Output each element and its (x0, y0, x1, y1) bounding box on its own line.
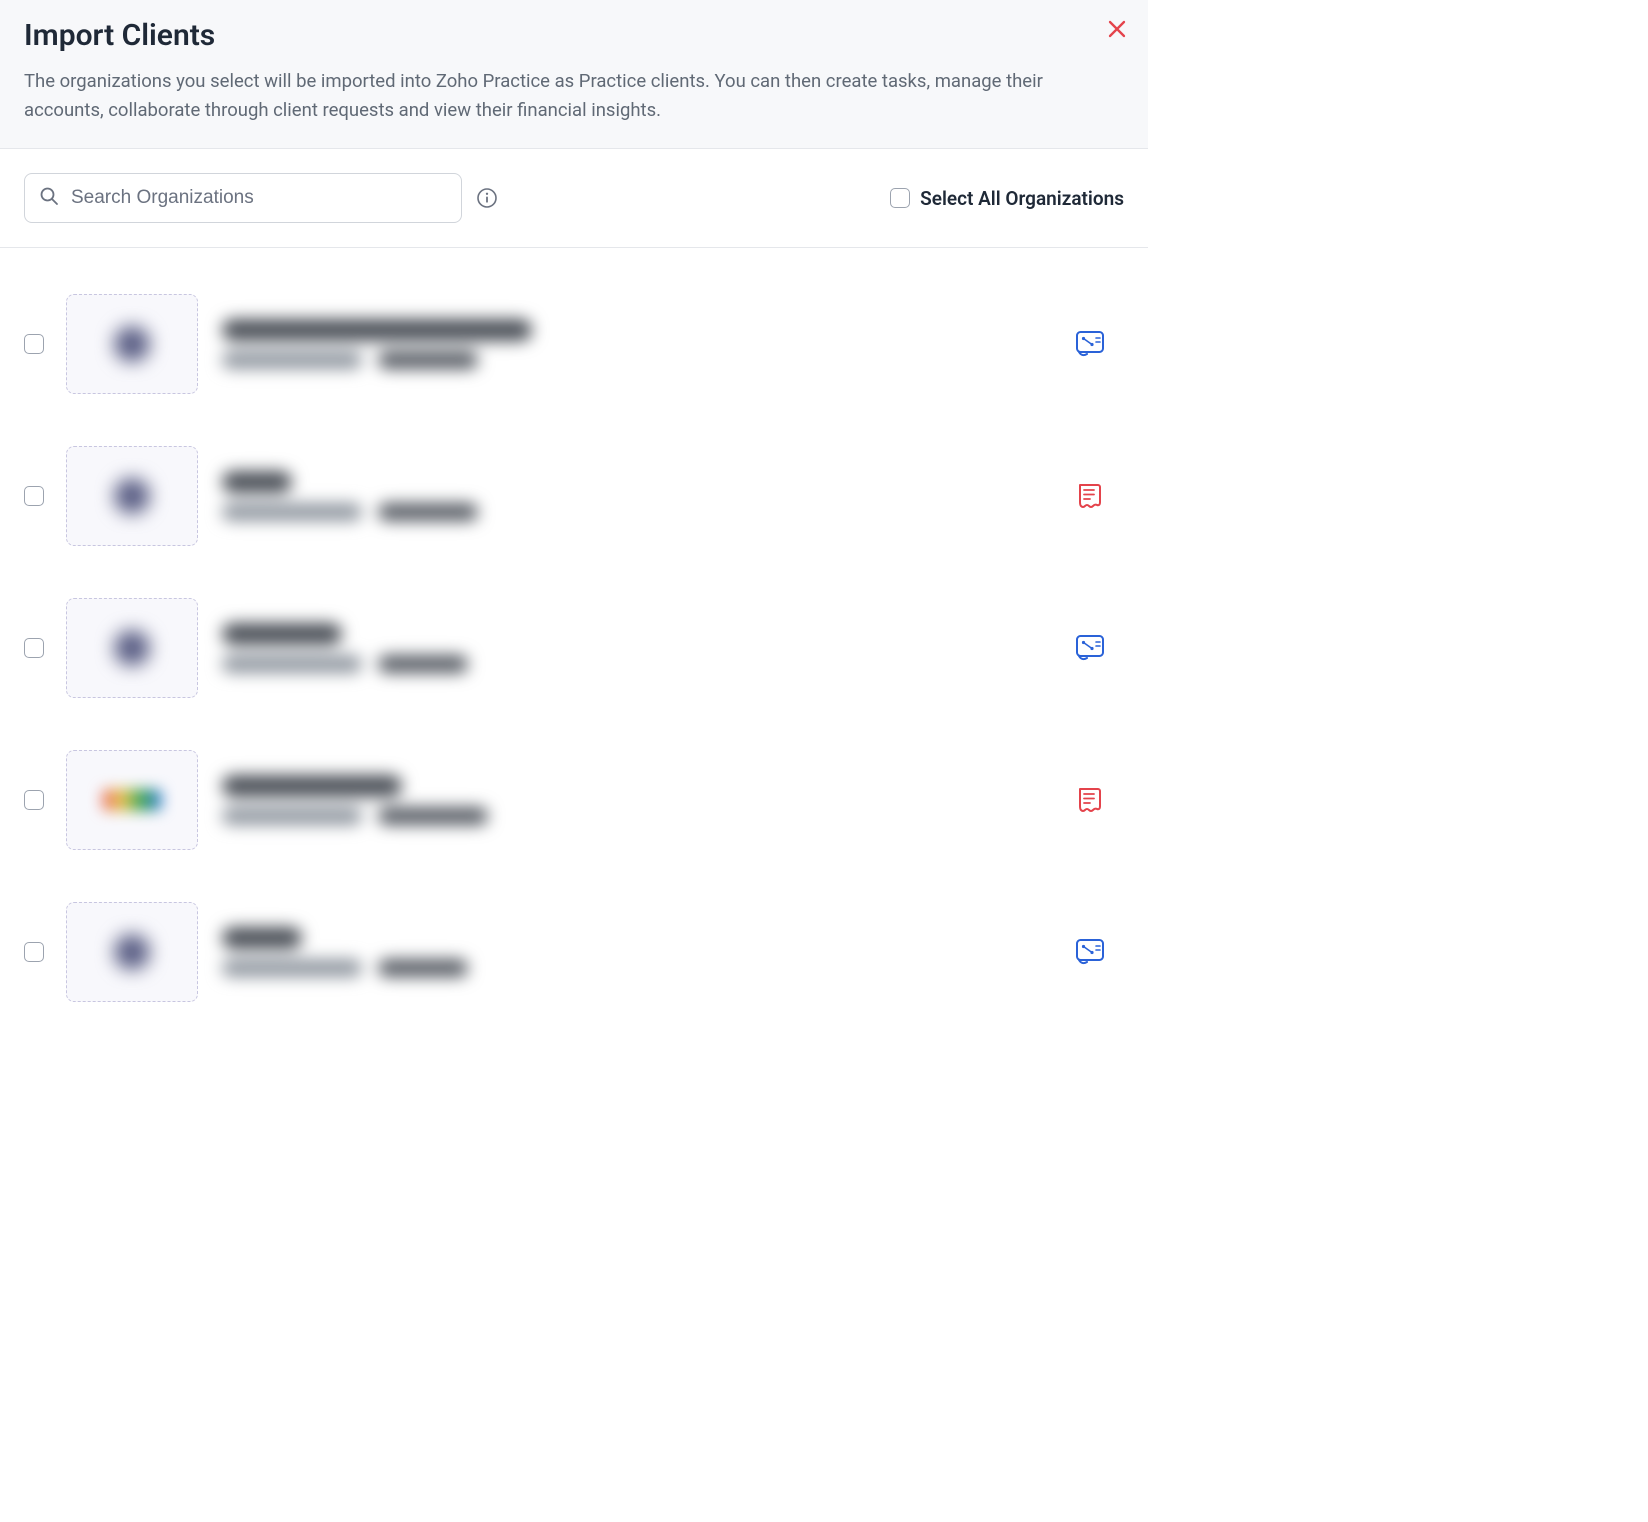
checkbox-box (890, 188, 910, 208)
organization-list (0, 248, 1148, 1038)
select-all-checkbox[interactable]: Select All Organizations (890, 187, 1124, 210)
close-icon[interactable] (1108, 20, 1126, 42)
org-text-blurred (222, 471, 1050, 521)
search-box[interactable] (24, 173, 462, 223)
info-icon[interactable] (476, 187, 498, 209)
books-icon (1050, 634, 1130, 662)
list-item[interactable] (24, 724, 1130, 876)
org-logo (66, 446, 198, 546)
row-checkbox[interactable] (24, 334, 44, 354)
books-icon (1050, 938, 1130, 966)
expense-icon (1050, 482, 1130, 510)
toolbar-left (24, 173, 498, 223)
list-item[interactable] (24, 268, 1130, 420)
org-text-blurred (222, 319, 1050, 369)
search-input[interactable] (71, 187, 447, 209)
row-checkbox[interactable] (24, 638, 44, 658)
list-item[interactable] (24, 420, 1130, 572)
books-icon (1050, 330, 1130, 358)
expense-icon (1050, 786, 1130, 814)
org-logo (66, 294, 198, 394)
page-description: The organizations you select will be imp… (24, 67, 1104, 124)
org-text-blurred (222, 623, 1050, 673)
row-checkbox[interactable] (24, 942, 44, 962)
dialog-header: Import Clients The organizations you sel… (0, 0, 1148, 149)
org-logo (66, 598, 198, 698)
org-text-blurred (222, 775, 1050, 825)
select-all-label: Select All Organizations (920, 187, 1124, 210)
page-title: Import Clients (24, 18, 1124, 53)
toolbar: Select All Organizations (0, 149, 1148, 248)
row-checkbox[interactable] (24, 486, 44, 506)
list-item[interactable] (24, 876, 1130, 1028)
org-logo (66, 902, 198, 1002)
search-icon (39, 186, 59, 210)
org-logo (66, 750, 198, 850)
org-text-blurred (222, 927, 1050, 977)
row-checkbox[interactable] (24, 790, 44, 810)
list-item[interactable] (24, 572, 1130, 724)
